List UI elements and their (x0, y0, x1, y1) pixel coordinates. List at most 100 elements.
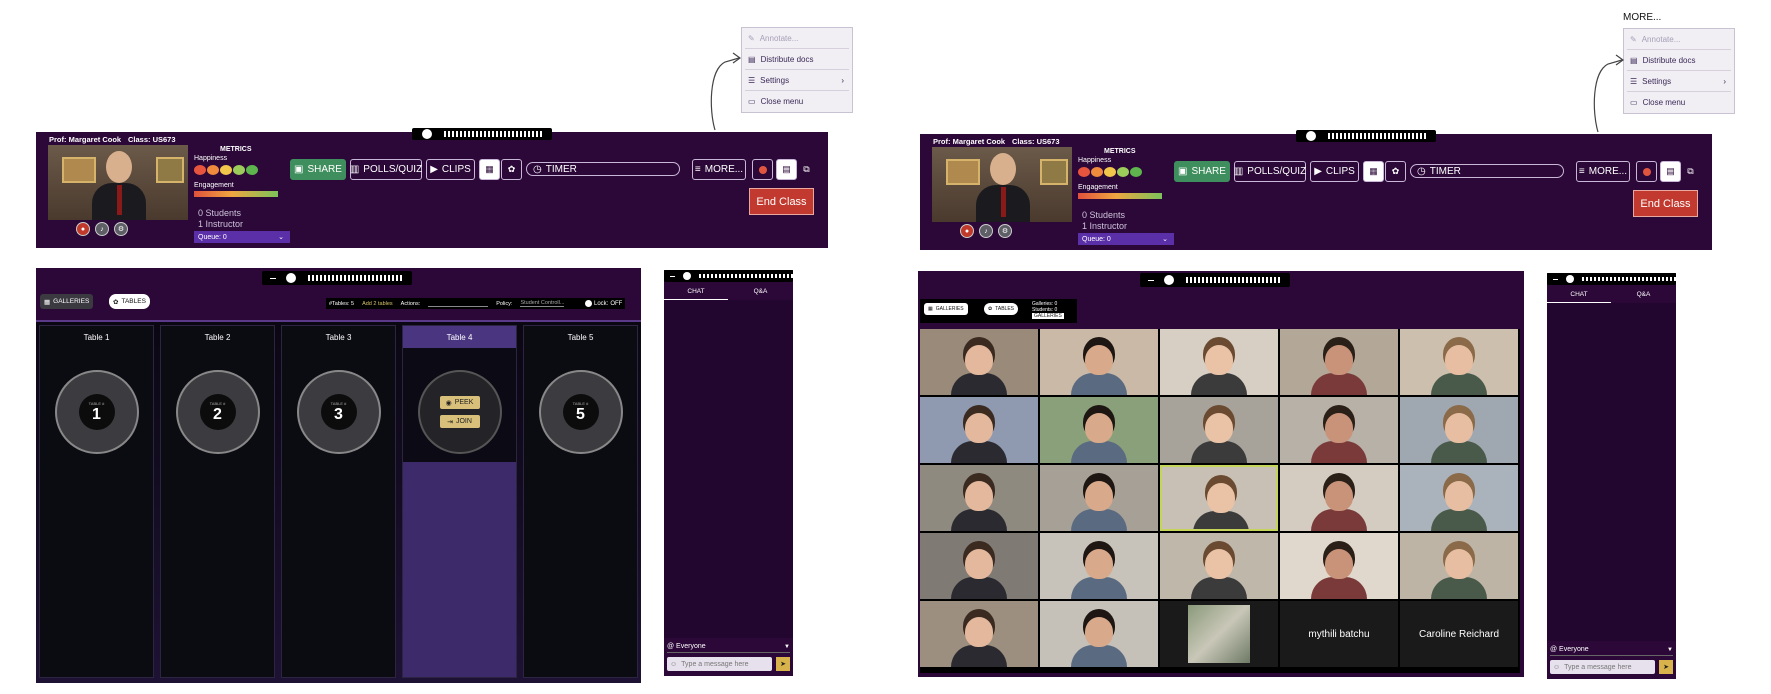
send-button[interactable]: ➤ (776, 657, 790, 671)
galleries-tab[interactable]: ▦ GALLERIES (40, 294, 94, 309)
gallery-grid-icon[interactable]: ▦ (1363, 161, 1384, 182)
participant-video-tile[interactable] (1040, 397, 1158, 463)
face-icon (1130, 167, 1142, 177)
record-icon[interactable] (752, 159, 773, 180)
participant-video-tile[interactable] (1040, 329, 1158, 395)
layout-icon[interactable]: ▤ (776, 159, 797, 180)
participant-video-tile[interactable] (1280, 465, 1398, 531)
tables-icon[interactable]: ✿ (501, 159, 522, 180)
table-column-5[interactable]: Table 5 TABLE #5 (523, 325, 638, 678)
clips-button[interactable]: ▶ CLIPS (426, 159, 475, 180)
participant-video-tile[interactable] (1400, 397, 1518, 463)
menu-item-settings[interactable]: ☰ Settings › (1624, 71, 1734, 91)
participant-video-tile[interactable] (920, 397, 1038, 463)
camera-icon[interactable]: ● (76, 222, 90, 236)
actions-select[interactable] (428, 300, 489, 307)
join-button[interactable]: ⇥ JOIN (439, 415, 480, 428)
share-button[interactable]: ▣ SHARE (1174, 161, 1230, 182)
participant-video-tile[interactable] (1040, 533, 1158, 599)
more-button[interactable]: ≡ MORE... (692, 159, 746, 180)
tab-qa[interactable]: Q&A (1611, 286, 1676, 302)
polls-quiz-button[interactable]: ▥ POLLS/QUIZ (1234, 161, 1306, 182)
table-column-3[interactable]: Table 3 TABLE #3 (281, 325, 396, 678)
participant-name-tile[interactable]: Caroline Reichard (1400, 601, 1518, 667)
menu-item-distribute-docs[interactable]: ▤ Distribute docs (1624, 50, 1734, 70)
record-icon[interactable] (1636, 161, 1657, 182)
policy-select[interactable]: Student Controll... (520, 300, 565, 307)
participant-video-tile[interactable] (920, 329, 1038, 395)
menu-item-close-menu[interactable]: ▭ Close menu (1624, 92, 1734, 112)
tables-tab[interactable]: ✿ TABLES (984, 303, 1019, 315)
drag-handle[interactable] (1140, 273, 1290, 287)
drag-handle[interactable] (412, 128, 552, 140)
camera-icon[interactable]: ● (960, 224, 974, 238)
tables-tab[interactable]: ✿ TABLES (109, 294, 150, 309)
participant-video-tile[interactable] (1400, 329, 1518, 395)
participant-video-tile[interactable] (920, 533, 1038, 599)
drag-handle[interactable] (1296, 130, 1436, 142)
polls-quiz-button[interactable]: ▥ POLLS/QUIZ (350, 159, 422, 180)
galleries-tab[interactable]: ▦ GALLERIES (924, 303, 968, 315)
clips-button[interactable]: ▶ CLIPS (1310, 161, 1359, 182)
queue-select[interactable]: Queue: 0 ⌄ (1078, 233, 1174, 245)
participant-avatar-tile[interactable] (1160, 601, 1278, 667)
end-class-button[interactable]: End Class (749, 188, 814, 215)
tab-qa[interactable]: Q&A (728, 283, 793, 299)
participant-head (1325, 549, 1353, 579)
send-button[interactable]: ➤ (1659, 660, 1673, 674)
queue-select[interactable]: Queue: 0 ⌄ (194, 231, 290, 243)
gallery-grid-icon[interactable]: ▦ (479, 159, 500, 180)
timer-field[interactable]: ◷ TIMER (526, 162, 680, 176)
participant-video-tile[interactable] (1040, 465, 1158, 531)
menu-item-annotate[interactable]: ✎ Annotate... (1624, 29, 1734, 49)
popout-icon[interactable]: ⧉ (796, 159, 817, 180)
participant-video-tile[interactable] (1160, 533, 1278, 599)
microphone-icon[interactable]: ♪ (95, 222, 109, 236)
participant-video-tile[interactable] (1280, 533, 1398, 599)
menu-item-annotate[interactable]: ✎ Annotate... (742, 28, 852, 48)
layout-icon[interactable]: ▤ (1660, 161, 1681, 182)
timer-field[interactable]: ◷ TIMER (1410, 164, 1564, 178)
message-input[interactable]: ☺ Type a message here (667, 657, 772, 671)
tab-chat[interactable]: CHAT (664, 283, 728, 300)
participant-head (1085, 413, 1113, 443)
drag-handle[interactable] (262, 271, 412, 285)
participant-video-tile[interactable] (1040, 601, 1158, 667)
participant-video-tile[interactable] (920, 601, 1038, 667)
microphone-icon[interactable]: ♪ (979, 224, 993, 238)
participant-video-tile[interactable] (1280, 397, 1398, 463)
end-class-button[interactable]: End Class (1633, 190, 1698, 217)
participant-name-tile[interactable]: mythili batchu (1280, 601, 1398, 667)
participant-video-tile[interactable] (1160, 397, 1278, 463)
chat-messages (1547, 303, 1676, 641)
participant-video-tile[interactable] (1160, 465, 1278, 531)
engagement-bar (1078, 193, 1162, 199)
participant-video-tile[interactable] (1400, 465, 1518, 531)
drag-handle[interactable] (664, 270, 793, 282)
peek-button[interactable]: ◉ PEEK (439, 396, 480, 409)
gear-icon[interactable]: ⚙ (114, 222, 128, 236)
more-button[interactable]: ≡ MORE... (1576, 161, 1630, 182)
table-column-2[interactable]: Table 2 TABLE #2 (160, 325, 275, 678)
message-input[interactable]: ☺ Type a message here (1550, 660, 1655, 674)
add-tables-link[interactable]: Add 2 tables (362, 301, 393, 307)
tab-chat[interactable]: CHAT (1547, 286, 1611, 303)
menu-item-distribute-docs[interactable]: ▤ Distribute docs (742, 49, 852, 69)
share-button[interactable]: ▣ SHARE (290, 159, 346, 180)
drag-handle[interactable] (1547, 273, 1676, 285)
tables-icon[interactable]: ✿ (1385, 161, 1406, 182)
gear-icon[interactable]: ⚙ (998, 224, 1012, 238)
participant-video-tile[interactable] (1400, 533, 1518, 599)
lock-toggle[interactable]: Lock: OFF (582, 298, 626, 309)
participant-video-tile[interactable] (920, 465, 1038, 531)
popout-icon[interactable]: ⧉ (1680, 161, 1701, 182)
participant-video-tile[interactable] (1280, 329, 1398, 395)
recipient-select[interactable]: @ Everyone ▼ (667, 641, 790, 653)
table-column-4[interactable]: Table 4 ◉ PEEK ⇥ JOIN (402, 325, 517, 678)
recipient-select[interactable]: @ Everyone ▼ (1550, 644, 1673, 656)
menu-item-settings[interactable]: ☰ Settings › (742, 70, 852, 90)
menu-item-close-menu[interactable]: ▭ Close menu (742, 91, 852, 111)
participant-video-tile[interactable] (1160, 329, 1278, 395)
face-icon (1091, 167, 1103, 177)
table-column-1[interactable]: Table 1 TABLE #1 (39, 325, 154, 678)
